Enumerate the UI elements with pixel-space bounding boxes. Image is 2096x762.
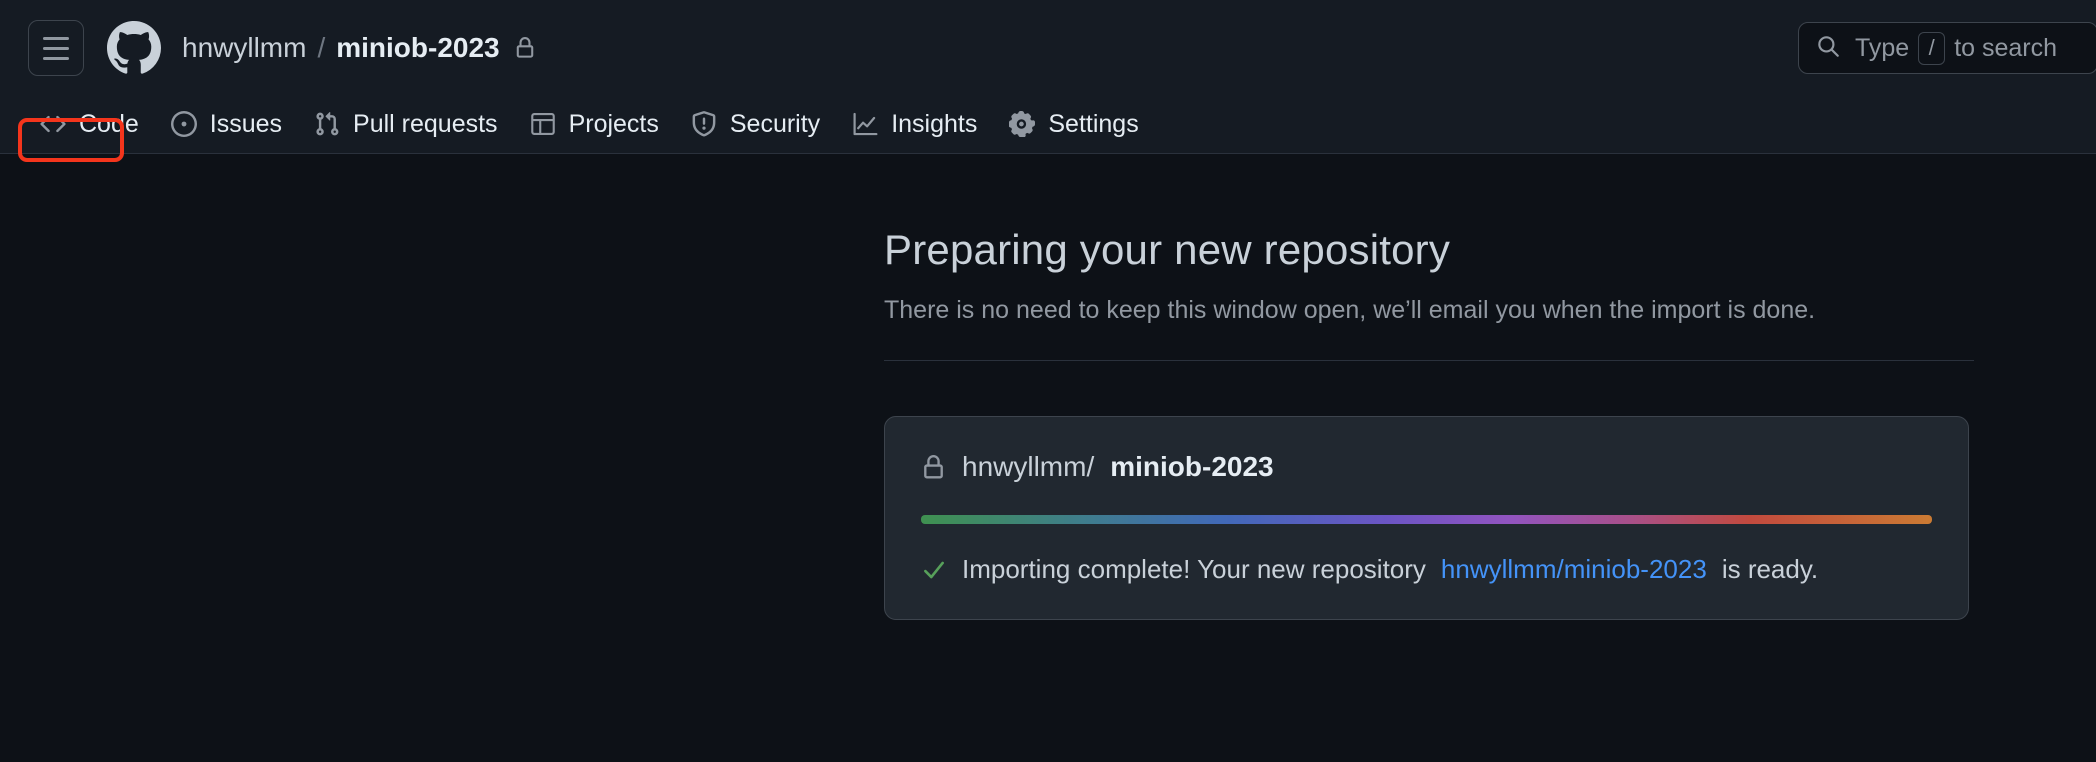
- hamburger-icon-line: [43, 36, 69, 40]
- tab-security[interactable]: Security: [675, 95, 836, 153]
- code-icon: [40, 111, 66, 137]
- search-placeholder-after: to search: [1954, 33, 2058, 62]
- repo-nav-bar: Code Issues Pull requests Projects Secur…: [0, 95, 2096, 162]
- status-text-after: is ready.: [1721, 554, 1819, 585]
- github-logo-icon[interactable]: [106, 20, 162, 76]
- tab-settings-label: Settings: [1048, 109, 1139, 138]
- breadcrumb-owner[interactable]: hnwyllmm: [182, 32, 306, 64]
- tab-insights-label: Insights: [891, 109, 978, 138]
- title-divider: [884, 360, 1974, 362]
- header-right-group: Type / to search: [1798, 22, 2096, 74]
- app-header: hnwyllmm / miniob-2023 Type / to search: [0, 0, 2096, 96]
- search-placeholder: Type / to search: [1855, 31, 2058, 65]
- project-table-icon: [530, 111, 556, 137]
- tab-issues[interactable]: Issues: [155, 95, 298, 153]
- main-content: Preparing your new repository There is n…: [0, 154, 2096, 762]
- card-repo-owner: hnwyllmm/: [962, 451, 1095, 483]
- search-icon: [1815, 33, 1841, 64]
- lock-icon: [921, 454, 946, 480]
- tab-issues-label: Issues: [209, 109, 283, 138]
- page-title: Preparing your new repository: [884, 226, 1451, 273]
- import-status-column: Preparing your new repository There is n…: [884, 154, 1974, 621]
- tab-code[interactable]: Code: [24, 95, 155, 153]
- git-pull-request-icon: [314, 111, 340, 137]
- shield-icon: [691, 111, 717, 137]
- status-text-before: Importing complete! Your new repository: [962, 554, 1426, 585]
- hamburger-icon-line: [43, 46, 69, 50]
- search-input[interactable]: Type / to search: [1798, 22, 2096, 74]
- tab-pull-requests-label: Pull requests: [353, 109, 498, 138]
- card-repo-name: miniob-2023: [1110, 451, 1274, 483]
- card-status-line: Importing complete! Your new repository …: [921, 554, 1932, 585]
- tab-projects-label: Projects: [568, 109, 659, 138]
- tab-code-label: Code: [79, 109, 139, 138]
- breadcrumb-separator: /: [317, 32, 326, 63]
- repo-nav-tabs: Code Issues Pull requests Projects Secur…: [24, 95, 1155, 153]
- import-progress-bar: [921, 515, 1932, 525]
- slash-key-badge: /: [1918, 31, 1946, 65]
- card-repo-line: hnwyllmm/miniob-2023: [921, 451, 1932, 483]
- issue-opened-icon: [170, 111, 197, 137]
- tab-settings[interactable]: Settings: [993, 95, 1154, 153]
- breadcrumb-repo[interactable]: miniob-2023: [336, 32, 499, 64]
- graph-icon: [852, 111, 878, 137]
- tab-pull-requests[interactable]: Pull requests: [298, 95, 514, 153]
- menu-button[interactable]: [28, 20, 84, 76]
- import-status-card: hnwyllmm/miniob-2023 Importing complete!…: [884, 416, 1969, 621]
- page-subtitle: There is no need to keep this window ope…: [884, 295, 1816, 324]
- lock-icon: [514, 37, 536, 59]
- breadcrumb: hnwyllmm / miniob-2023: [182, 32, 536, 64]
- search-placeholder-before: Type: [1855, 33, 1910, 62]
- tab-projects[interactable]: Projects: [514, 95, 675, 153]
- tab-security-label: Security: [729, 109, 821, 138]
- repository-link[interactable]: hnwyllmm/miniob-2023: [1441, 554, 1707, 585]
- hamburger-icon-line: [43, 56, 69, 60]
- tab-insights[interactable]: Insights: [836, 95, 993, 153]
- check-icon: [921, 557, 947, 583]
- gear-icon: [1009, 111, 1036, 137]
